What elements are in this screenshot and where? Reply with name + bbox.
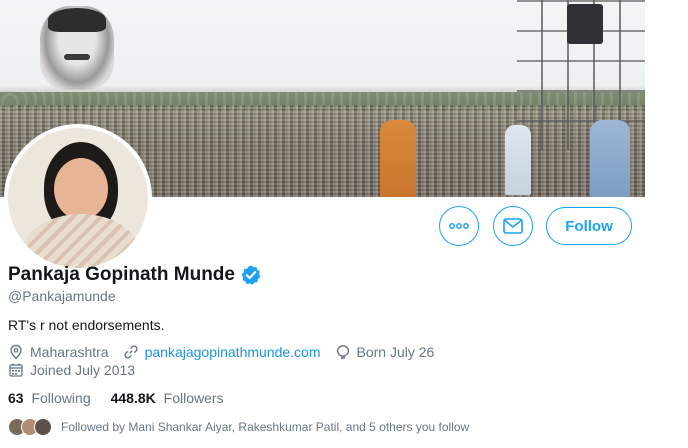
banner-speaker (567, 4, 603, 44)
balloon-icon (336, 345, 349, 359)
website-item[interactable]: pankajagopinathmunde.com (123, 344, 321, 360)
following-count: 63 (8, 390, 24, 406)
following-label: Following (31, 390, 91, 406)
profile-avatar[interactable] (4, 124, 152, 272)
followed-by-text: Followed by Mani Shankar Aiyar, Rakeshku… (61, 420, 470, 434)
profile-stats: 63 Following 448.8K Followers (8, 390, 244, 406)
profile-bio: RT's r not endorsements. (8, 317, 165, 333)
followers-count: 448.8K (110, 390, 156, 406)
location-text: Maharashtra (30, 344, 109, 360)
followers-stat[interactable]: 448.8K Followers (111, 390, 224, 406)
follow-button[interactable]: Follow (546, 207, 632, 245)
followed-by-row[interactable]: Followed by Mani Shankar Aiyar, Rakeshku… (8, 418, 469, 436)
calendar-icon (9, 363, 23, 377)
banner-portrait-sketch (40, 6, 114, 90)
location-pin-icon (10, 344, 22, 360)
banner-figure (505, 125, 531, 195)
following-stat[interactable]: 63 Following (8, 390, 91, 406)
website-link[interactable]: pankajagopinathmunde.com (145, 344, 321, 360)
verified-badge-icon (241, 265, 261, 285)
profile-handle: @Pankajamunde (8, 288, 116, 304)
banner-figure (590, 120, 630, 197)
born-text: Born July 26 (356, 344, 435, 360)
more-icon (449, 223, 469, 229)
link-icon (123, 345, 138, 359)
mini-avatar (34, 418, 52, 436)
more-button[interactable] (439, 206, 479, 246)
envelope-icon (503, 218, 523, 234)
profile-name-row: Pankaja Gopinath Munde (8, 264, 262, 286)
banner-speaker-figure (380, 120, 416, 197)
joined-text: Joined July 2013 (30, 362, 136, 378)
display-name: Pankaja Gopinath Munde (8, 264, 235, 285)
profile-meta-row: Maharashtra pankajagopinathmunde.com Bor… (8, 344, 448, 360)
followers-label: Followers (163, 390, 224, 406)
joined-item: Joined July 2013 (8, 362, 135, 378)
location-item: Maharashtra (8, 344, 109, 360)
birthday-item: Born July 26 (335, 344, 435, 360)
follower-avatars (8, 418, 52, 436)
profile-joined-row: Joined July 2013 (8, 362, 149, 378)
message-button[interactable] (493, 206, 533, 246)
